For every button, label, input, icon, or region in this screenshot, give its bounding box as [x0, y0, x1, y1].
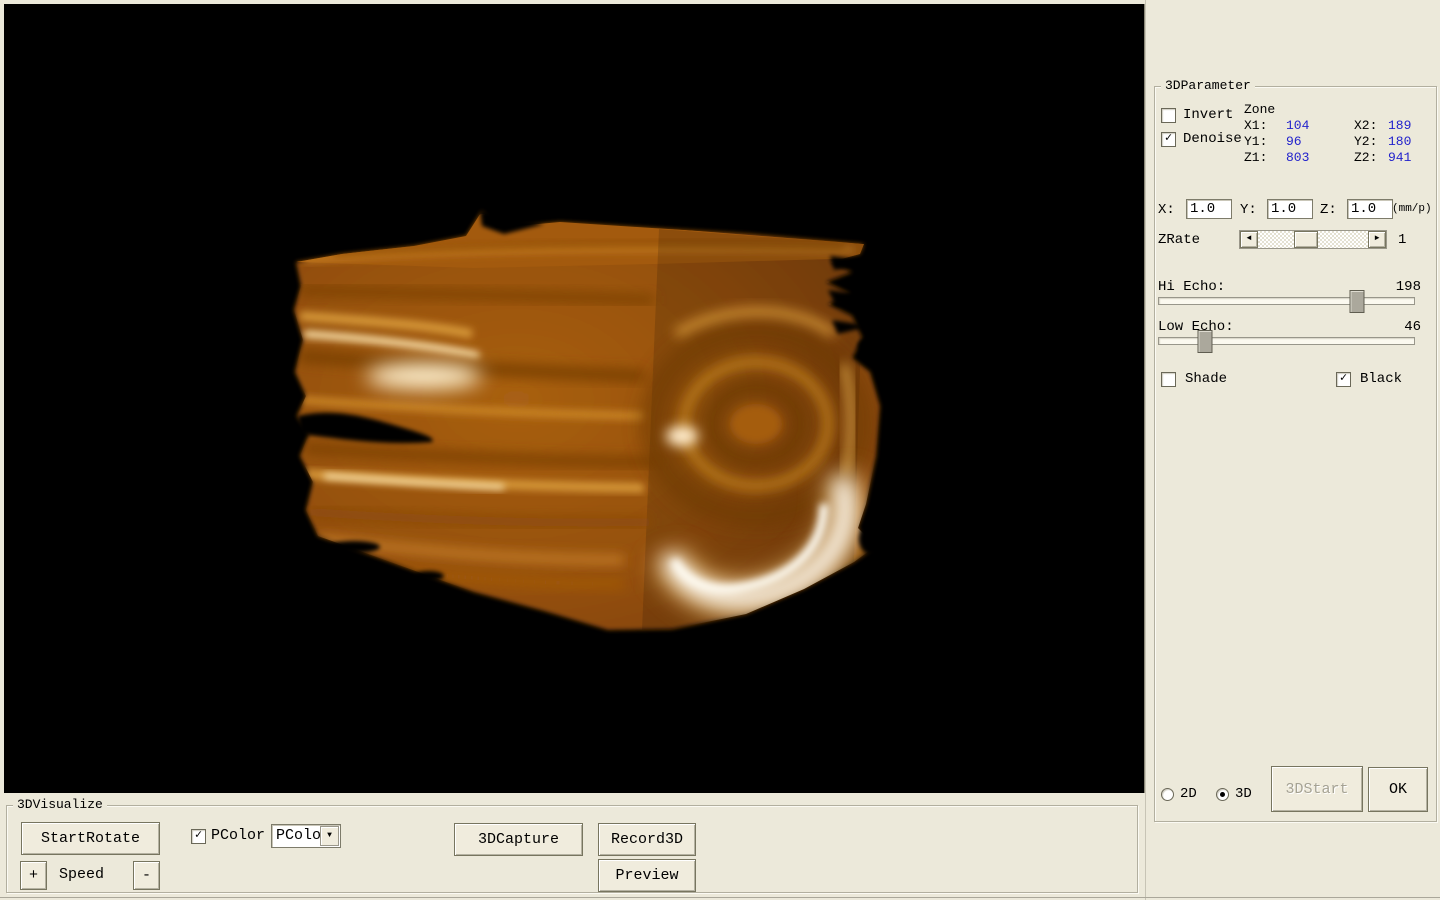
z-scale-input[interactable] [1347, 199, 1393, 219]
zrate-left-arrow-icon[interactable]: ◄ [1240, 231, 1258, 248]
denoise-checkbox[interactable] [1161, 132, 1176, 147]
zone-x2-label: X2: [1354, 118, 1377, 134]
x-scale-label: X: [1158, 202, 1175, 218]
visualize-groupbox: 3DVisualize StartRotate + Speed - PColor… [6, 805, 1138, 893]
mode-2d-label: 2D [1180, 786, 1197, 802]
hi-echo-slider-thumb[interactable] [1350, 290, 1365, 313]
low-echo-value: 46 [1355, 319, 1421, 335]
mode-3d-radio[interactable] [1216, 788, 1229, 801]
zone-y2-label: Y2: [1354, 134, 1377, 150]
invert-label: Invert [1183, 107, 1233, 123]
y-scale-input[interactable] [1267, 199, 1313, 219]
ultrasound-volume-render [4, 4, 1144, 793]
chevron-down-icon[interactable]: ▼ [320, 826, 339, 846]
shade-label: Shade [1185, 371, 1227, 387]
start-rotate-button[interactable]: StartRotate [21, 822, 160, 855]
black-label: Black [1360, 371, 1402, 387]
zone-y1-value: 96 [1286, 134, 1302, 150]
zone-y1-label: Y1: [1244, 134, 1267, 150]
hi-echo-label: Hi Echo: [1158, 279, 1225, 295]
zrate-value: 1 [1398, 232, 1406, 248]
speed-label: Speed [59, 867, 104, 883]
black-checkbox[interactable] [1336, 372, 1351, 387]
scale-unit-label: (mm/p) [1392, 201, 1432, 217]
low-echo-label: Low Echo: [1158, 319, 1234, 335]
pcolor-label: PColor [211, 828, 265, 844]
parameter-group-title: 3DParameter [1161, 78, 1255, 94]
zone-z2-value: 941 [1388, 150, 1411, 166]
x-scale-input[interactable] [1186, 199, 1232, 219]
shade-checkbox[interactable] [1161, 372, 1176, 387]
zone-z1-label: Z1: [1244, 150, 1267, 166]
z-scale-label: Z: [1320, 202, 1337, 218]
y-scale-label: Y: [1240, 202, 1257, 218]
pcolor-checkbox[interactable] [191, 829, 206, 844]
hi-echo-value: 198 [1355, 279, 1421, 295]
start3d-button[interactable]: 3DStart [1271, 766, 1363, 812]
visualize-panel: 3DVisualize StartRotate + Speed - PColor… [0, 793, 1145, 900]
zone-title: Zone [1244, 102, 1275, 118]
zrate-scrollbar[interactable]: ◄ ► [1239, 230, 1387, 249]
capture3d-button[interactable]: 3DCapture [454, 823, 583, 856]
zone-x1-value: 104 [1286, 118, 1309, 134]
zrate-right-arrow-icon[interactable]: ► [1368, 231, 1386, 248]
low-echo-slider-thumb[interactable] [1198, 330, 1213, 353]
record3d-button[interactable]: Record3D [598, 823, 696, 856]
zone-x2-value: 189 [1388, 118, 1411, 134]
parameter-panel: 3DParameter Invert Denoise Zone X1: 104 … [1145, 0, 1440, 900]
parameter-groupbox: 3DParameter Invert Denoise Zone X1: 104 … [1154, 86, 1437, 822]
preview-button[interactable]: Preview [598, 859, 696, 892]
zone-y2-value: 180 [1388, 134, 1411, 150]
hi-echo-slider[interactable] [1158, 297, 1415, 305]
zone-z1-value: 803 [1286, 150, 1309, 166]
pcolor-select[interactable]: PColor ▼ [271, 824, 341, 848]
speed-plus-button[interactable]: + [20, 861, 47, 890]
zrate-label: ZRate [1158, 232, 1200, 248]
visualize-group-title: 3DVisualize [13, 797, 107, 813]
low-echo-slider[interactable] [1158, 337, 1415, 345]
zone-z2-label: Z2: [1354, 150, 1377, 166]
window-bottom-edge [0, 897, 1440, 898]
invert-checkbox[interactable] [1161, 108, 1176, 123]
mode-2d-radio[interactable] [1161, 788, 1174, 801]
denoise-label: Denoise [1183, 131, 1242, 147]
zrate-scrollbar-thumb[interactable] [1294, 231, 1318, 248]
zone-x1-label: X1: [1244, 118, 1267, 134]
mode-3d-label: 3D [1235, 786, 1252, 802]
ok-button[interactable]: OK [1368, 767, 1428, 812]
render-viewport[interactable] [4, 4, 1145, 793]
speed-minus-button[interactable]: - [133, 861, 160, 890]
